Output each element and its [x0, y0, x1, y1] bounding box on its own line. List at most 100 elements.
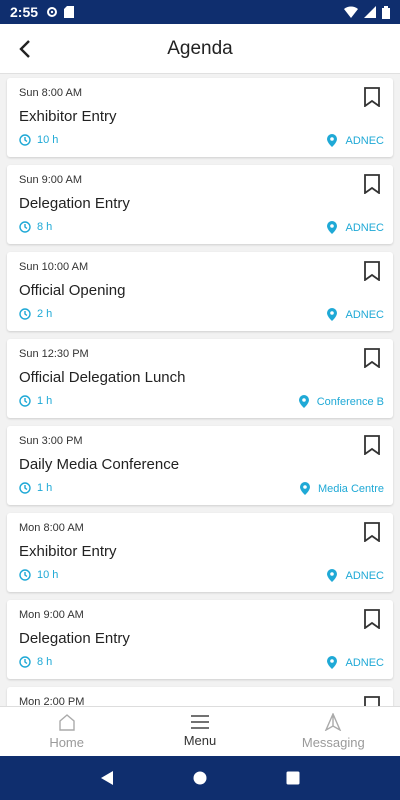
map-pin-icon [299, 482, 310, 495]
bottom-nav: Home Menu Messaging [0, 706, 400, 756]
location-label: Media Centre [317, 482, 384, 495]
card-time: Mon 9:00 AM [19, 609, 84, 621]
card-time: Mon 2:00 PM [19, 696, 85, 706]
duration-label: 10 h [37, 569, 59, 581]
duration: 1 h [19, 395, 52, 407]
card-title: Delegation Entry [19, 630, 130, 647]
android-nav-bar [0, 756, 400, 800]
card-title: Official Opening [19, 282, 126, 299]
app-header: Agenda [0, 24, 400, 74]
duration-label: 10 h [37, 134, 59, 146]
map-pin-icon [327, 134, 338, 147]
location-label: ADNEC [345, 308, 384, 321]
location: ADNEC [327, 569, 384, 582]
clock-icon [19, 482, 31, 494]
triangle-back-icon [100, 771, 113, 785]
sd-card-icon [64, 6, 75, 18]
clock-icon [19, 656, 31, 668]
location-label: ADNEC [345, 221, 384, 234]
card-title: Delegation Entry [19, 195, 130, 212]
settings-icon [47, 7, 58, 17]
arrow-left-icon [19, 40, 30, 58]
agenda-card[interactable]: Sun 8:00 AM Exhibitor Entry 10 h ADNEC [7, 78, 393, 157]
duration: 8 h [19, 656, 52, 668]
status-time: 2:55 [10, 4, 39, 20]
card-time: Sun 3:00 PM [19, 435, 83, 447]
card-time: Sun 10:00 AM [19, 261, 89, 273]
agenda-card[interactable]: Mon 8:00 AM Exhibitor Entry 10 h ADNEC [7, 513, 393, 592]
nav-menu[interactable]: Menu [133, 707, 266, 756]
nav-menu-label: Menu [183, 733, 217, 748]
system-recents-button[interactable] [281, 766, 305, 790]
card-time: Sun 9:00 AM [19, 174, 82, 186]
location-label: ADNEC [345, 656, 384, 669]
bookmark-icon[interactable] [363, 174, 381, 194]
duration: 2 h [19, 308, 52, 320]
bookmark-icon[interactable] [363, 696, 381, 706]
map-pin-icon [298, 395, 309, 408]
bookmark-icon[interactable] [363, 609, 381, 629]
duration-label: 8 h [37, 656, 53, 668]
system-home-button[interactable] [188, 766, 212, 790]
duration: 1 h [19, 482, 52, 494]
send-icon [325, 713, 342, 731]
system-back-button[interactable] [95, 766, 119, 790]
location: ADNEC [327, 308, 384, 321]
bookmark-icon[interactable] [363, 522, 381, 542]
agenda-card[interactable]: Mon 2:00 PM [7, 687, 393, 706]
clock-icon [19, 134, 31, 146]
location: ADNEC [327, 134, 384, 147]
location: ADNEC [327, 656, 384, 669]
square-recents-icon [286, 771, 300, 785]
bookmark-icon[interactable] [363, 261, 381, 281]
map-pin-icon [327, 656, 338, 669]
circle-home-icon [193, 771, 207, 785]
bookmark-icon[interactable] [363, 87, 381, 107]
nav-messaging-label: Messaging [301, 735, 365, 750]
location: ADNEC [327, 221, 384, 234]
card-title: Daily Media Conference [19, 456, 180, 473]
location-label: ADNEC [345, 569, 384, 582]
clock-icon [19, 221, 31, 233]
map-pin-icon [327, 221, 338, 234]
agenda-list[interactable]: Sun 8:00 AM Exhibitor Entry 10 h ADNEC Sun 9… [0, 74, 400, 706]
map-pin-icon [327, 308, 338, 321]
status-bar: 2:55 [0, 0, 400, 24]
signal-icon [364, 6, 376, 18]
bookmark-icon[interactable] [363, 348, 381, 368]
agenda-card[interactable]: Sun 12:30 PM Official Delegation Lunch 1 h… [7, 339, 393, 418]
location: Media Centre [299, 482, 384, 495]
card-time: Mon 8:00 AM [19, 522, 84, 534]
map-pin-icon [327, 569, 338, 582]
duration-label: 1 h [37, 482, 53, 494]
agenda-card[interactable]: Sun 9:00 AM Delegation Entry 8 h ADNEC [7, 165, 393, 244]
card-time: Sun 12:30 PM [19, 348, 89, 360]
battery-icon [382, 5, 390, 19]
hamburger-icon [190, 715, 209, 729]
card-title: Official Delegation Lunch [19, 369, 186, 386]
agenda-card[interactable]: Sun 3:00 PM Daily Media Conference 1 h Medi… [7, 426, 393, 505]
card-title: Exhibitor Entry [19, 108, 117, 125]
duration-label: 1 h [37, 395, 53, 407]
bookmark-icon[interactable] [363, 435, 381, 455]
location: Conference B [298, 395, 384, 408]
duration: 10 h [19, 134, 58, 146]
agenda-card[interactable]: Sun 10:00 AM Official Opening 2 h ADNEC [7, 252, 393, 331]
home-icon [58, 714, 75, 731]
back-button[interactable] [12, 36, 38, 62]
clock-icon [19, 569, 31, 581]
duration: 10 h [19, 569, 58, 581]
location-label: Conference B [316, 395, 384, 408]
location-label: ADNEC [345, 134, 384, 147]
clock-icon [19, 395, 31, 407]
nav-home[interactable]: Home [0, 707, 133, 756]
card-title: Exhibitor Entry [19, 543, 117, 560]
duration-label: 2 h [37, 308, 53, 320]
page-title: Agenda [167, 37, 233, 59]
clock-icon [19, 308, 31, 320]
duration: 8 h [19, 221, 52, 233]
wifi-icon [344, 6, 358, 18]
agenda-card[interactable]: Mon 9:00 AM Delegation Entry 8 h ADNEC [7, 600, 393, 679]
nav-home-label: Home [49, 735, 84, 750]
nav-messaging[interactable]: Messaging [267, 707, 400, 756]
